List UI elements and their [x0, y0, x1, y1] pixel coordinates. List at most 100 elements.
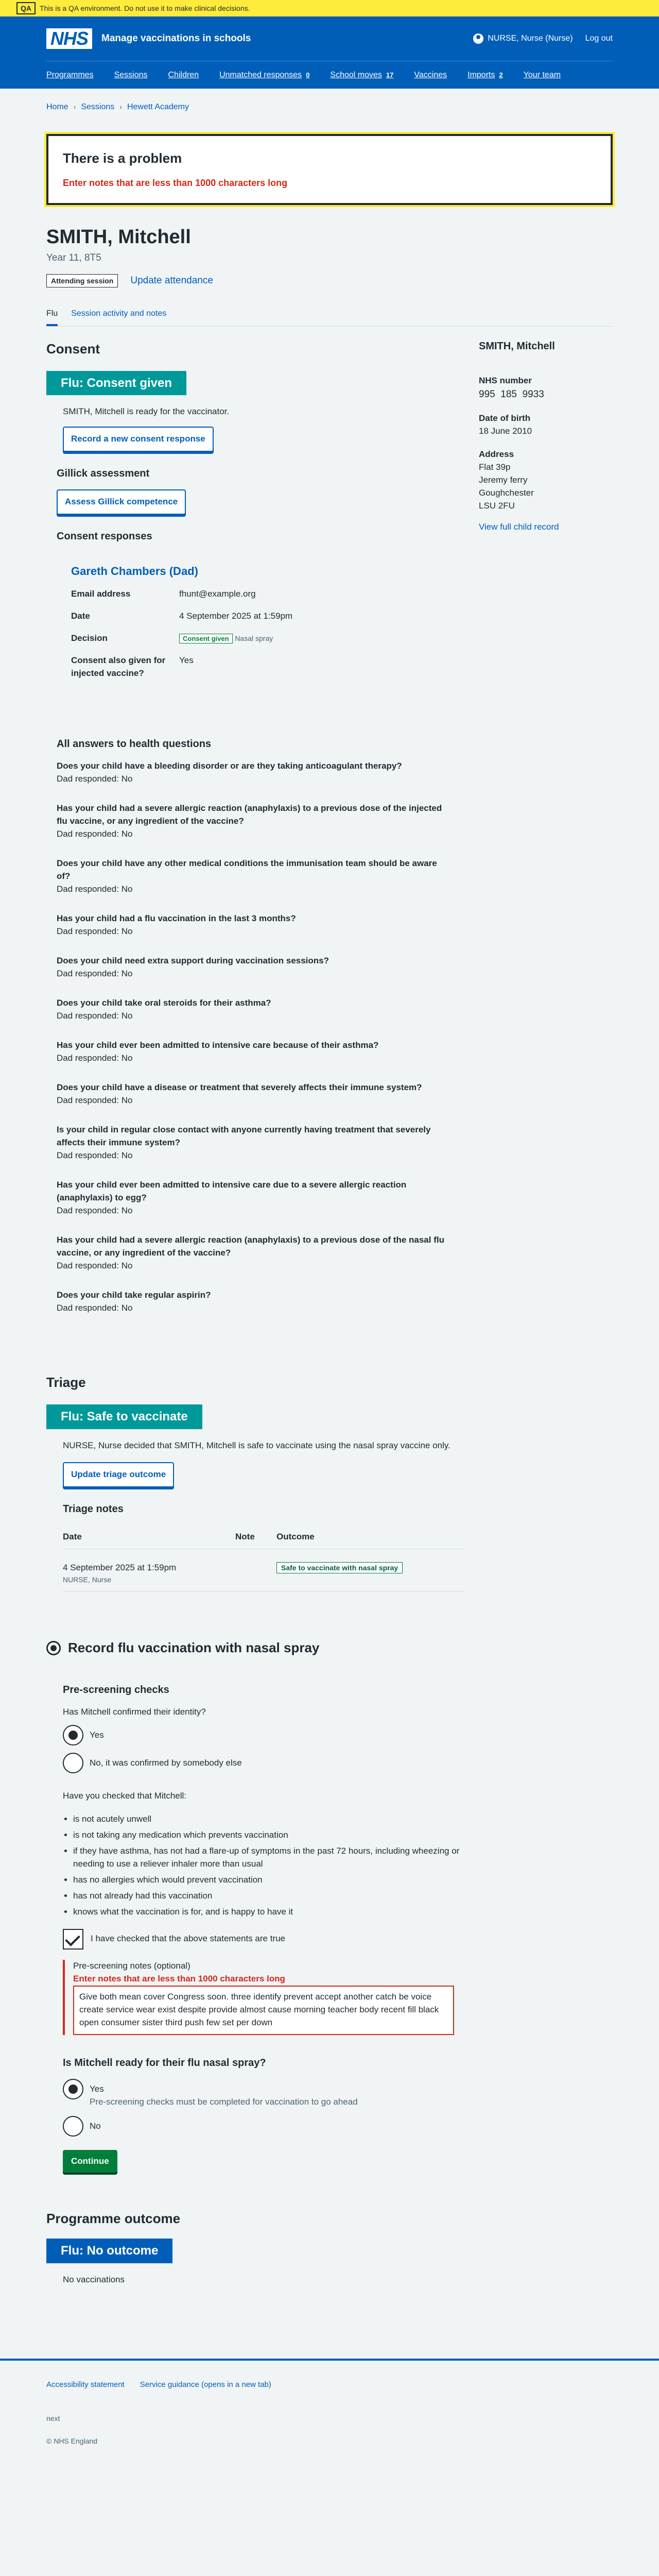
- column-header: Outcome: [276, 1525, 464, 1549]
- unmatched-count: 0: [306, 71, 310, 79]
- triage-by: NURSE, Nurse: [63, 1575, 112, 1584]
- breadcrumb-session[interactable]: Hewett Academy: [127, 101, 189, 113]
- radio-icon[interactable]: [63, 2079, 83, 2100]
- triage-outcome-tag: Safe to vaccinate with nasal spray: [276, 1562, 403, 1573]
- summary-row: Date 4 September 2025 at 1:59pm: [71, 611, 293, 621]
- health-answer: Dad responded: No: [57, 1261, 133, 1271]
- confirm-checkbox[interactable]: I have checked that the above statements…: [63, 1928, 613, 1950]
- identity-no-radio[interactable]: No, it was confirmed by somebody else: [63, 1753, 613, 1773]
- record-heading: Record flu vaccination with nasal spray: [68, 1640, 320, 1656]
- address-line: LSU 2FU: [479, 500, 515, 511]
- list-item: has not already had this vaccination: [73, 1890, 613, 1903]
- list-item: has no allergies which would prevent vac…: [73, 1874, 613, 1887]
- health-question: Does your child need extra support durin…: [57, 956, 330, 966]
- tab-flu[interactable]: Flu: [46, 308, 58, 326]
- address-line: Jeremy ferry: [479, 474, 528, 485]
- triage-text: NURSE, Nurse decided that SMITH, Mitchel…: [63, 1440, 450, 1450]
- radio-icon[interactable]: [63, 2116, 83, 2137]
- checked-question: Have you checked that Mitchell:: [63, 1791, 187, 1801]
- service-name[interactable]: Manage vaccinations in schools: [101, 31, 251, 46]
- radio-icon[interactable]: [63, 1753, 83, 1773]
- record-vaccination-section: Record flu vaccination with nasal spray …: [46, 1638, 613, 2173]
- health-answer: Dad responded: No: [57, 1095, 133, 1106]
- chevron-right-icon: ›: [119, 103, 122, 111]
- column-header: Date: [63, 1525, 235, 1549]
- health-question: Has your child had a flu vaccination in …: [57, 913, 296, 924]
- qa-tag: QA: [16, 2, 36, 14]
- record-consent-button[interactable]: Record a new consent response: [63, 427, 214, 452]
- consent-responses-heading: Consent responses: [57, 531, 152, 543]
- view-child-record-link[interactable]: View full child record: [479, 522, 559, 532]
- ready-yes-radio[interactable]: Yes Pre-screening checks must be complet…: [63, 2079, 613, 2109]
- nav-children[interactable]: Children: [168, 69, 199, 81]
- health-answer: Dad responded: No: [57, 774, 133, 784]
- ready-question: Is Mitchell ready for their flu nasal sp…: [63, 2057, 266, 2069]
- nav-your-team[interactable]: Your team: [524, 69, 561, 81]
- breadcrumb-home[interactable]: Home: [46, 101, 68, 113]
- health-answer: Dad responded: No: [57, 926, 133, 937]
- triage-notes-heading: Triage notes: [63, 1503, 124, 1515]
- health-answer: Dad responded: No: [57, 829, 133, 839]
- health-answer: Dad responded: No: [57, 969, 133, 979]
- health-question: Does your child have any other medical c…: [57, 858, 437, 882]
- breadcrumb-sessions[interactable]: Sessions: [81, 101, 114, 113]
- health-heading: All answers to health questions: [57, 738, 212, 750]
- tab-session-activity[interactable]: Session activity and notes: [71, 308, 166, 326]
- health-answer: Dad responded: No: [57, 1150, 133, 1161]
- prescreen-notes-textarea[interactable]: Give both mean cover Congress soon. thre…: [73, 1985, 454, 2035]
- nav-imports[interactable]: Imports 2: [467, 69, 503, 81]
- nav-sessions[interactable]: Sessions: [114, 69, 148, 81]
- error-summary-link[interactable]: Enter notes that are less than 1000 char…: [63, 178, 287, 188]
- service-guidance-link[interactable]: Service guidance (opens in a new tab): [140, 2379, 271, 2391]
- nav-school-moves[interactable]: School moves 17: [330, 69, 393, 81]
- assess-gillick-button[interactable]: Assess Gillick competence: [57, 489, 186, 515]
- health-answer: Dad responded: No: [57, 884, 133, 894]
- environment-label: next: [46, 2414, 60, 2422]
- record-radio-icon: [46, 1640, 61, 1655]
- nhs-number-label: NHS number: [479, 376, 532, 385]
- health-answers: All answers to health questions Does you…: [57, 737, 448, 1315]
- sidebar-name: SMITH, Mitchell: [479, 340, 555, 352]
- nhs-logo[interactable]: NHS: [46, 28, 93, 49]
- list-item: knows what the vaccination is for, and i…: [73, 1906, 613, 1919]
- health-question: Does your child have a disease or treatm…: [57, 1082, 422, 1093]
- ready-hint: Pre-screening checks must be completed f…: [90, 2097, 358, 2107]
- list-item: is not acutely unwell: [73, 1813, 613, 1826]
- outcome-text: No vaccinations: [63, 2274, 125, 2284]
- user-name: NURSE, Nurse (Nurse): [488, 34, 573, 43]
- prescreen-heading: Pre-screening checks: [63, 1684, 169, 1696]
- triage-status-banner: Flu: Safe to vaccinate: [46, 1404, 202, 1429]
- continue-button[interactable]: Continue: [63, 2150, 117, 2173]
- checkbox[interactable]: [63, 1928, 83, 1950]
- health-question: Does your child take regular aspirin?: [57, 1290, 211, 1300]
- update-triage-button[interactable]: Update triage outcome: [63, 1462, 175, 1488]
- summary-row: Decision Consent given Nasal spray: [71, 633, 273, 644]
- nav-programmes[interactable]: Programmes: [46, 69, 94, 81]
- identity-yes-radio[interactable]: Yes: [63, 1725, 613, 1745]
- health-question: Has your child ever been admitted to int…: [57, 1180, 407, 1203]
- decision-tag: Consent given: [179, 634, 233, 644]
- update-attendance-link[interactable]: Update attendance: [130, 274, 213, 288]
- logout-link[interactable]: Log out: [585, 32, 613, 45]
- table-row: 4 September 2025 at 1:59pm NURSE, Nurse …: [63, 1549, 464, 1592]
- nav-vaccines[interactable]: Vaccines: [414, 69, 447, 81]
- consent-status-banner: Flu: Consent given: [46, 370, 186, 396]
- notes-label: Pre-screening notes (optional): [73, 1960, 190, 1971]
- health-question: Has your child had a severe allergic rea…: [57, 803, 442, 826]
- address-line: Goughchester: [479, 487, 534, 498]
- dob-label: Date of birth: [479, 413, 531, 423]
- health-answer: Dad responded: No: [57, 1053, 133, 1063]
- consent-response-card: Gareth Chambers (Dad) Email address fhun…: [57, 553, 448, 680]
- decision-method: Nasal spray: [235, 634, 273, 643]
- accessibility-link[interactable]: Accessibility statement: [46, 2379, 125, 2391]
- summary-row: Email address fhunt@example.org: [71, 589, 256, 599]
- summary-row: Consent also given for injected vaccine?…: [71, 655, 194, 679]
- qa-banner: QA This is a QA environment. Do not use …: [0, 0, 659, 16]
- nav-unmatched-responses[interactable]: Unmatched responses 0: [219, 69, 309, 81]
- health-answer: Dad responded: No: [57, 1011, 133, 1021]
- ready-no-radio[interactable]: No: [63, 2116, 613, 2137]
- health-question: Does your child have a bleeding disorder…: [57, 761, 402, 771]
- health-question: Is your child in regular close contact w…: [57, 1125, 431, 1148]
- radio-icon[interactable]: [63, 1725, 83, 1745]
- parent-link[interactable]: Gareth Chambers (Dad): [71, 563, 198, 580]
